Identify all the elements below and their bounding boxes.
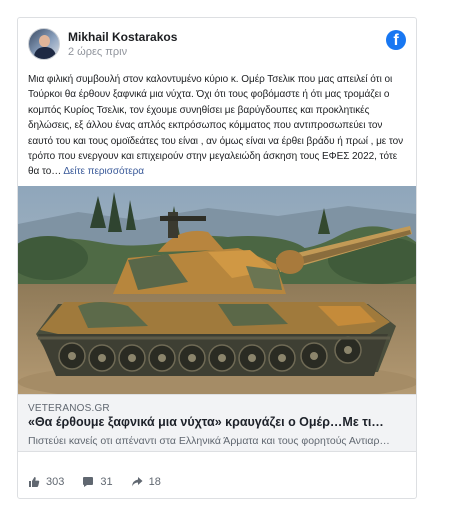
likes-stat[interactable]: 303 [28, 476, 64, 488]
link-title[interactable]: «Θα έρθουμε ξαφνικά μια νύχτα» κραυγάζει… [28, 415, 408, 429]
shares-count: 18 [148, 476, 161, 488]
link-preview[interactable]: VETERANOS.GR «Θα έρθουμε ξαφνικά μια νύχ… [18, 394, 416, 452]
post-header: Mikhail Kostarakos 2 ώρες πριν f [28, 28, 406, 62]
engagement-stats: 303 31 18 [28, 474, 179, 490]
tank-photo [18, 186, 416, 394]
avatar-body [34, 47, 56, 59]
comment-icon [83, 477, 94, 487]
post-timestamp[interactable]: 2 ώρες πριν [68, 46, 127, 58]
facebook-icon[interactable]: f [386, 30, 406, 50]
link-description: Πιστεύει κανείς οτι απέναντι στα Ελληνικ… [28, 435, 390, 447]
author-name[interactable]: Mikhail Kostarakos [68, 30, 177, 44]
share-icon [131, 477, 143, 487]
comments-stat[interactable]: 31 [82, 476, 113, 488]
post-text: Μια φιλική συμβουλή στον καλοντυμένο κύρ… [28, 72, 410, 180]
link-domain: VETERANOS.GR [28, 403, 110, 414]
comments-count: 31 [100, 476, 113, 488]
post-card: Mikhail Kostarakos 2 ώρες πριν f Μια φιλ… [17, 17, 417, 499]
shares-stat[interactable]: 18 [131, 476, 161, 488]
post-body: Μια φιλική συμβουλή στον καλοντυμένο κύρ… [28, 74, 404, 178]
avatar[interactable] [28, 28, 60, 60]
like-icon [29, 477, 40, 487]
avatar-head [39, 35, 50, 47]
see-more-link[interactable]: Δείτε περισσότερα [63, 166, 144, 177]
likes-count: 303 [46, 476, 65, 488]
link-image[interactable] [18, 186, 416, 394]
